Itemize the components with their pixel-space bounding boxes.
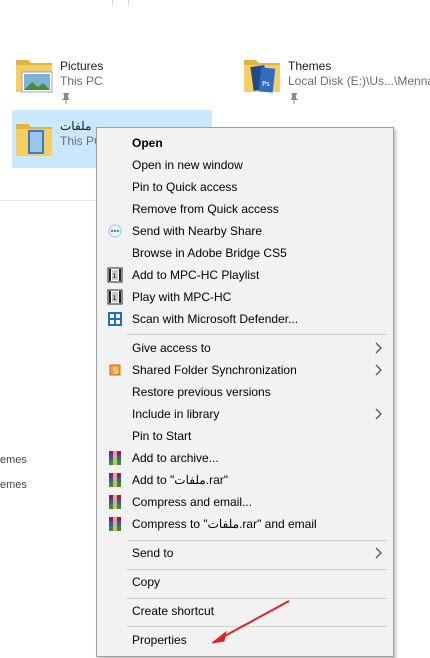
recent-file-item[interactable]: emes <box>0 479 27 491</box>
menu-separator <box>127 540 387 541</box>
themes-name: Themes <box>288 59 332 73</box>
menu-item-add-archive[interactable]: Add to archive... <box>99 447 391 469</box>
menu-item-open-new-window[interactable]: Open in new window <box>99 154 391 176</box>
menu-separator <box>127 569 387 570</box>
menu-item-label: Shared Folder Synchronization <box>132 363 297 377</box>
pin-icon <box>62 93 70 104</box>
menu-item-create-shortcut[interactable]: Create shortcut <box>99 600 391 622</box>
menu-item-label: Open <box>132 136 163 150</box>
menu-item-defender[interactable]: Scan with Microsoft Defender... <box>99 308 391 330</box>
menu-item-copy[interactable]: Copy <box>99 571 391 593</box>
menu-item-label: Compress to "ملفات.rar" and email <box>132 517 317 531</box>
menu-item-mpc-play[interactable]: 1 Play with MPC-HC <box>99 286 391 308</box>
svg-text:S: S <box>113 367 118 376</box>
menu-item-send-to[interactable]: Send to <box>99 542 391 564</box>
winrar-icon <box>109 451 121 465</box>
menu-item-open[interactable]: Open <box>99 132 391 154</box>
menu-item-label: Create shortcut <box>132 604 215 618</box>
context-menu: Open Open in new window Pin to Quick acc… <box>96 127 394 657</box>
nearby-share-icon <box>108 224 122 238</box>
menu-separator <box>127 626 387 627</box>
menu-item-label: Properties <box>132 633 187 647</box>
menu-item-label: Include in library <box>132 407 220 421</box>
mpc-hc-icon: 1 <box>107 289 123 305</box>
top-strip <box>0 0 430 8</box>
menu-separator <box>127 334 387 335</box>
menu-item-label: Send with Nearby Share <box>132 224 263 238</box>
recent-file-item[interactable]: emes <box>0 454 27 466</box>
menu-item-pin-start[interactable]: Pin to Start <box>99 425 391 447</box>
themes-location: Local Disk (E:)\Us...\Menna <box>288 74 430 88</box>
menu-item-label: Browse in Adobe Bridge CS5 <box>132 246 287 260</box>
menu-item-label: Add to MPC-HC Playlist <box>132 268 260 282</box>
pictures-location: This PC <box>60 74 103 88</box>
menu-item-label: Restore previous versions <box>132 385 271 399</box>
menu-item-restore-versions[interactable]: Restore previous versions <box>99 381 391 403</box>
chevron-right-icon <box>375 547 382 559</box>
menu-item-add-rar[interactable]: Add to "ملفات.rar" <box>99 469 391 491</box>
svg-text:1: 1 <box>113 295 117 302</box>
mpc-hc-icon: 1 <box>107 267 123 283</box>
menu-item-adobe-bridge[interactable]: Browse in Adobe Bridge CS5 <box>99 242 391 264</box>
menu-item-label: Add to "ملفات.rar" <box>132 473 228 487</box>
menu-item-nearby-share[interactable]: Send with Nearby Share <box>99 220 391 242</box>
defender-shield-icon <box>108 312 122 326</box>
chevron-right-icon <box>375 408 382 420</box>
menu-item-label: Give access to <box>132 341 211 355</box>
themes-folder-icon: Ps <box>244 60 280 93</box>
section-divider <box>0 200 100 201</box>
menu-item-label: Pin to Quick access <box>132 180 238 194</box>
menu-item-label: Open in new window <box>132 158 243 172</box>
menu-separator <box>127 598 387 599</box>
quick-access-pictures[interactable]: Pictures This PC <box>12 50 212 108</box>
menu-item-label: Add to archive... <box>132 451 219 465</box>
menu-item-include-library[interactable]: Include in library <box>99 403 391 425</box>
menu-item-mpc-playlist[interactable]: 1 Add to MPC-HC Playlist <box>99 264 391 286</box>
menu-item-compress-email[interactable]: Compress and email... <box>99 491 391 513</box>
pictures-folder-icon <box>16 60 53 93</box>
menu-item-properties[interactable]: Properties <box>99 629 391 651</box>
quick-access-themes[interactable]: Ps Themes Local Disk (E:)\Us...\Menna <box>240 50 430 108</box>
menu-item-label: Send to <box>132 546 174 560</box>
menu-item-label: Compress and email... <box>132 495 253 509</box>
menu-item-pin-quick-access[interactable]: Pin to Quick access <box>99 176 391 198</box>
menu-item-label: Pin to Start <box>132 429 192 443</box>
menu-item-shared-folder-sync[interactable]: S Shared Folder Synchronization <box>99 359 391 381</box>
menu-item-label: Scan with Microsoft Defender... <box>132 312 299 326</box>
menu-item-label: Play with MPC-HC <box>132 290 232 304</box>
pin-icon <box>290 93 298 104</box>
folder-icon <box>16 124 52 156</box>
pictures-name: Pictures <box>60 59 104 73</box>
sync-icon: S <box>109 364 121 376</box>
menu-item-label: Remove from Quick access <box>132 202 279 216</box>
column-divider <box>128 0 129 6</box>
winrar-icon <box>109 473 121 487</box>
menu-item-label: Copy <box>132 575 161 589</box>
winrar-icon <box>109 517 121 531</box>
svg-text:Ps: Ps <box>262 80 270 88</box>
svg-text:1: 1 <box>113 273 117 280</box>
winrar-icon <box>109 495 121 509</box>
menu-item-compress-rar-email[interactable]: Compress to "ملفات.rar" and email <box>99 513 391 535</box>
chevron-right-icon <box>375 364 382 376</box>
folder-name: ملفات <box>60 119 92 133</box>
menu-item-remove-quick-access[interactable]: Remove from Quick access <box>99 198 391 220</box>
chevron-right-icon <box>375 342 382 354</box>
menu-item-give-access[interactable]: Give access to <box>99 337 391 359</box>
column-divider <box>112 0 113 6</box>
